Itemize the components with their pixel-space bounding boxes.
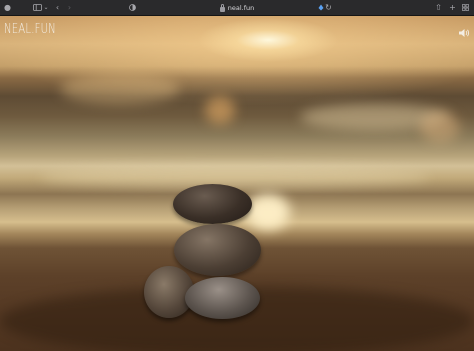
browser-toolbar: ● ⌄ ‹ › neal.fun ↻ ⇧ +	[0, 0, 474, 16]
speaker-icon[interactable]	[458, 23, 470, 37]
tab-overview-icon[interactable]	[461, 2, 469, 13]
background-photo: NEAL.FUN	[0, 16, 474, 351]
bokeh-light	[205, 96, 235, 124]
privacy-shield-icon[interactable]	[128, 2, 136, 13]
bokeh-light	[60, 74, 180, 104]
chevron-down-icon[interactable]: ⌄	[43, 2, 49, 13]
bottom-stone	[185, 277, 260, 319]
water-reflection	[40, 166, 430, 188]
site-logo[interactable]: NEAL.FUN	[4, 22, 56, 37]
bokeh-light	[420, 112, 460, 142]
share-icon[interactable]: ⇧	[435, 2, 442, 13]
back-icon[interactable]: ‹	[54, 2, 61, 13]
url-text: neal.fun	[227, 4, 255, 12]
sidebar-icon[interactable]	[32, 2, 42, 13]
middle-stone	[174, 224, 261, 276]
extension-icon[interactable]	[317, 2, 324, 13]
window-dot-icon[interactable]: ●	[4, 2, 11, 13]
lock-icon	[219, 3, 225, 12]
top-stone	[173, 184, 252, 224]
address-bar[interactable]: neal.fun	[200, 3, 274, 13]
new-tab-icon[interactable]: +	[449, 2, 456, 13]
refresh-icon[interactable]: ↻	[325, 2, 332, 13]
forward-icon[interactable]: ›	[66, 2, 73, 13]
sun-reflection	[246, 194, 290, 230]
